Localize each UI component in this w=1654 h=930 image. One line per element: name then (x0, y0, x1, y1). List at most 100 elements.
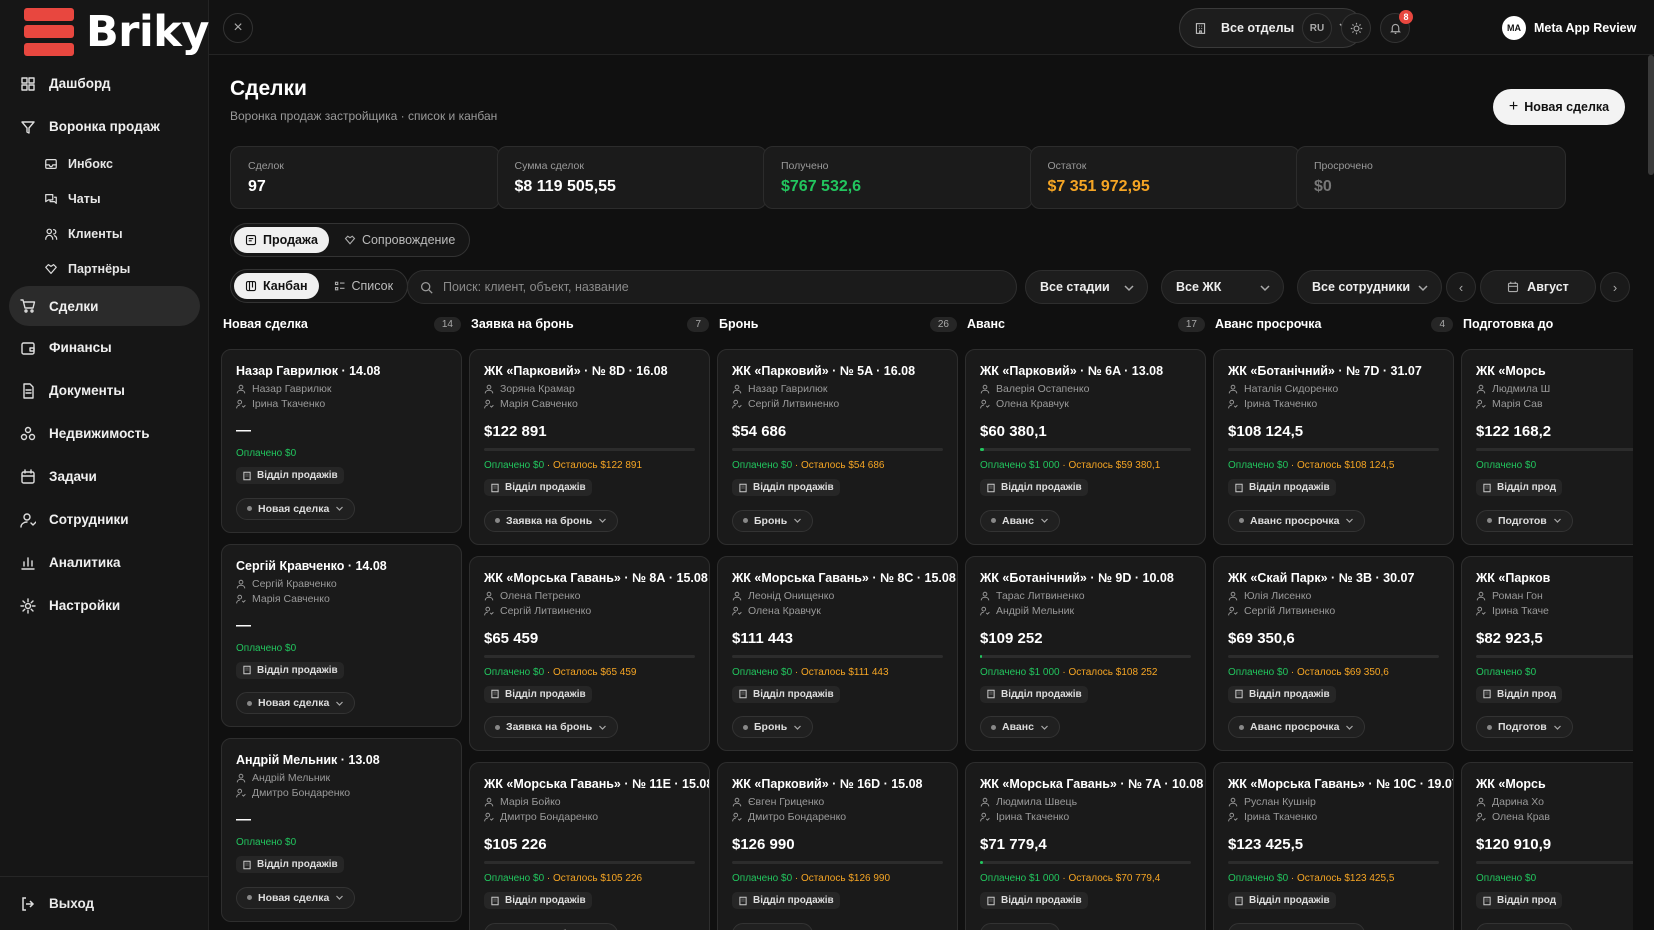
deal-card[interactable]: ЖК «Парковий» · № 8D · 16.08 Зоряна Крама… (469, 349, 710, 545)
stage-select[interactable]: Новая сделка (236, 497, 356, 520)
deal-agent: Марія Савченко (236, 593, 447, 605)
deal-card[interactable]: ЖК «Морсь Людмила Ш Марія Сав $122 168,2 Опл… (1461, 349, 1633, 545)
sidebar-item-document[interactable]: Документы (0, 369, 209, 412)
client-name: Наталія Сидоренко (1244, 383, 1339, 395)
deal-card[interactable]: ЖК «Морсь Дарина Хо Олена Крав $120 910,9 Оп… (1461, 762, 1633, 930)
deal-card[interactable]: Сергій Кравченко · 14.08 Сергій Кравченко… (221, 543, 462, 727)
column-header: Заявка на бронь 7 (469, 312, 710, 336)
deal-card[interactable]: ЖК «Парковий» · № 6A · 13.08 Валерія Оста… (965, 349, 1206, 545)
sidebar-item-dashboard[interactable]: Дашборд (0, 62, 209, 105)
deal-card[interactable]: ЖК «Скай Парк» · № 3B · 30.07 Юлія Лисенк… (1213, 555, 1454, 751)
page-scrollbar[interactable] (1648, 55, 1654, 175)
payment-progress (484, 654, 695, 658)
sidebar-item-funnel[interactable]: Воронка продаж (0, 105, 209, 148)
sidebar-item-wallet[interactable]: Финансы (0, 326, 209, 369)
stage-select[interactable]: Подготов (1476, 922, 1573, 930)
stage-select[interactable]: Бронь (732, 716, 814, 738)
deal-card[interactable]: ЖК «Морська Гавань» · № 7A · 10.08 Людмил… (965, 762, 1206, 930)
payment-progress (980, 654, 1191, 658)
logout-button[interactable]: Выход (0, 876, 209, 930)
deal-card[interactable]: ЖК «Морська Гавань» · № 8А · 15.08 Олена … (469, 555, 710, 751)
stage-select[interactable]: Новая сделка (236, 886, 356, 909)
complex-filter-select[interactable]: Все ЖК (1161, 270, 1284, 304)
column-title: Аванс (967, 317, 1006, 331)
deal-card[interactable]: ЖК «Парковий» · № 16D · 15.08 Євген Грице… (717, 762, 958, 930)
view-list[interactable]: Список (323, 273, 405, 299)
stage-dot-icon (247, 506, 252, 511)
department-chip: Відділ продажів (484, 892, 592, 909)
theme-toggle-button[interactable] (1341, 13, 1371, 43)
stage-select[interactable]: Аванс просрочка (1228, 716, 1366, 738)
notifications-button[interactable]: 8 (1380, 10, 1413, 43)
language-label: RU (1309, 22, 1325, 34)
deal-card[interactable]: ЖК «Ботанічний» · № 9D · 10.08 Тарас Литв… (965, 555, 1206, 751)
stage-select[interactable]: Новая сделка (236, 692, 356, 714)
prev-month-button[interactable]: ‹ (1446, 272, 1476, 302)
column-title: Подготовка до (1463, 317, 1554, 331)
deal-card[interactable]: Назар Гаврилюк · 14.08 Назар Гаврилюк Ірин… (221, 349, 462, 533)
agent-icon (980, 399, 990, 409)
new-deal-button[interactable]: + Новая сделка (1493, 89, 1625, 125)
brand-logo[interactable]: Briky (24, 7, 209, 57)
stage-select[interactable]: Подготов (1476, 509, 1573, 532)
deal-agent: Марія Сав (1476, 398, 1633, 410)
month-picker[interactable]: Август (1480, 270, 1596, 304)
stage-select[interactable]: Аванс (980, 922, 1060, 930)
payment-progress (980, 448, 1191, 451)
sidebar-item-partners[interactable]: Партнёры (0, 251, 209, 286)
stage-label: Заявка на бронь (506, 721, 593, 733)
view-kanban[interactable]: Канбан (234, 273, 319, 299)
department-chip: Відділ продажів (732, 479, 840, 496)
stage-select[interactable]: Аванс просрочка (1228, 509, 1366, 532)
paid-amount: Оплачено $0 (732, 666, 793, 678)
stage-select[interactable]: Аванс (980, 509, 1060, 532)
sidebar-item-label: Недвижимость (49, 426, 150, 441)
payment-status: Оплачено $0 · Осталось $54 686 (732, 460, 943, 471)
stage-select[interactable]: Аванс просрочка (1228, 922, 1366, 930)
deal-card[interactable]: ЖК «Морська Гавань» · № 11E · 15.08 Марія… (469, 762, 710, 930)
stage-select[interactable]: Подготов (1476, 716, 1573, 738)
stage-select[interactable]: Бронь (732, 922, 814, 930)
tab-support[interactable]: Сопровождение (333, 227, 466, 253)
deal-card[interactable]: ЖК «Парков Роман Гон Ірина Ткаче $82 923,5 О… (1461, 555, 1633, 751)
sidebar-item-chats[interactable]: Чаты (0, 181, 209, 216)
deal-amount: $71 779,4 (980, 836, 1047, 853)
sidebar-item-property[interactable]: Недвижимость (0, 412, 209, 455)
sidebar-item-employees[interactable]: Сотрудники (0, 498, 209, 541)
stage-filter-select[interactable]: Все стадии (1025, 270, 1148, 304)
stage-select[interactable]: Заявка на бронь (484, 509, 619, 532)
sidebar-item-settings[interactable]: Настройки (0, 584, 209, 627)
payment-status: Оплачено $0 · Осталось $111 443 (732, 667, 943, 678)
employee-filter-select[interactable]: Все сотрудники (1297, 270, 1442, 304)
building-icon (1483, 689, 1491, 699)
stage-select[interactable]: Аванс (980, 716, 1060, 738)
sidebar-item-cart[interactable]: Сделки (9, 286, 200, 326)
sidebar-item-calendar[interactable]: Задачи (0, 455, 209, 498)
stage-select[interactable]: Заявка на бронь (484, 922, 619, 930)
next-month-button[interactable]: › (1600, 272, 1630, 302)
user-menu[interactable]: MA Meta App Review (1502, 10, 1636, 46)
payment-progress (484, 448, 695, 451)
deal-amount: $122 891 (484, 423, 547, 440)
deal-card[interactable]: ЖК «Ботанічний» · № 7D · 31.07 Наталія Си… (1213, 349, 1454, 545)
deal-card[interactable]: ЖК «Морська Гавань» · № 8C · 15.08 Леонід… (717, 555, 958, 751)
deal-card[interactable]: ЖК «Морська Гавань» · № 10C · 19.07 Русла… (1213, 762, 1454, 930)
employees-icon (20, 512, 36, 528)
department-chip: Відділ продажів (1228, 685, 1336, 703)
sidebar-item-analytics[interactable]: Аналитика (0, 541, 209, 584)
deal-card[interactable]: Андрій Мельник · 13.08 Андрій Мельник Дмит… (221, 738, 462, 922)
language-button[interactable]: RU (1302, 13, 1332, 43)
logout-label: Выход (49, 896, 95, 911)
deal-title: ЖК «Морсь (1476, 364, 1546, 378)
deal-agent: Ірина Ткаченко (980, 811, 1191, 823)
close-sidebar-button[interactable]: × (223, 13, 253, 43)
building-icon (491, 689, 499, 699)
department-select[interactable]: Все отделы (1179, 8, 1363, 48)
tab-sale[interactable]: Продажа (234, 227, 329, 253)
stage-select[interactable]: Бронь (732, 509, 814, 532)
sidebar-item-inbox[interactable]: Инбокс (0, 146, 209, 181)
search-input[interactable]: Поиск: клиент, объект, название (407, 270, 1017, 304)
deal-card[interactable]: ЖК «Парковий» · № 5A · 16.08 Назар Гаврил… (717, 349, 958, 545)
stage-select[interactable]: Заявка на бронь (484, 716, 619, 738)
sidebar-item-clients[interactable]: Клиенты (0, 216, 209, 251)
